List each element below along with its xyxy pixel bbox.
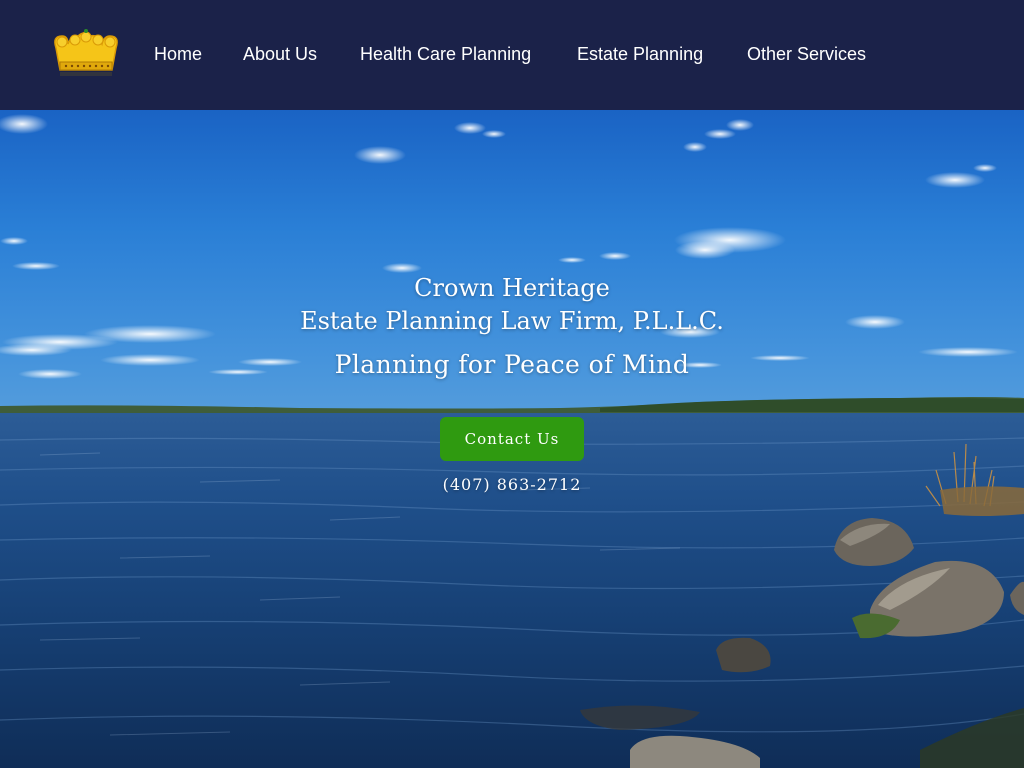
crown-icon[interactable]	[48, 28, 124, 82]
site-header: Home About Us Health Care Planning Estat…	[0, 0, 1024, 110]
hero-title-line2: Estate Planning Law Firm, P.L.L.C.	[300, 307, 724, 335]
nav-about-us[interactable]: About Us	[243, 44, 317, 64]
nav-estate-planning[interactable]: Estate Planning	[577, 44, 703, 64]
hero-title-line1: Crown Heritage	[414, 274, 610, 302]
nav-other-services[interactable]: Other Services	[747, 44, 866, 64]
hero-section: Crown Heritage Estate Planning Law Firm,…	[0, 110, 1024, 768]
hero-tagline: Planning for Peace of Mind	[334, 350, 690, 379]
contact-us-button[interactable]: Contact Us	[440, 417, 584, 461]
nav-home[interactable]: Home	[154, 44, 202, 64]
phone-number-link[interactable]: (407) 863-2712	[0, 475, 1024, 494]
nav-health-care-planning[interactable]: Health Care Planning	[360, 44, 531, 64]
